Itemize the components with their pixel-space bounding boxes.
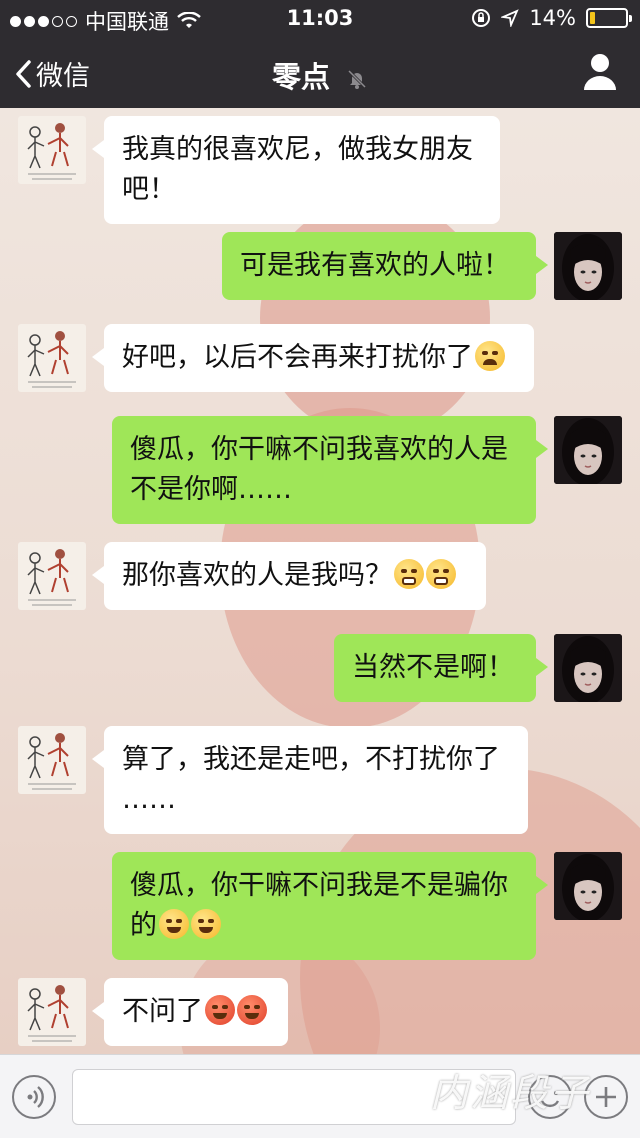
sketch-figures-icon: [27, 123, 76, 180]
angry-face-emoji: [205, 995, 235, 1025]
chat-messages[interactable]: 我真的很喜欢尼，做我女朋友 吧！ 可是我有喜欢的人啦！ 好吧，以后不会再来打扰你了傻瓜…: [0, 108, 640, 1054]
sketch-figures-icon: [27, 549, 76, 606]
profile-photo: [554, 634, 622, 702]
contact-avatar[interactable]: [18, 116, 86, 184]
location-arrow-icon: [501, 9, 520, 27]
sketch-figures-icon: [27, 331, 76, 388]
plus-icon: [596, 1087, 616, 1107]
person-icon: [584, 54, 616, 90]
voice-icon: [27, 1086, 44, 1108]
message-bubble[interactable]: 不问了: [92, 978, 288, 1046]
chat-title: 零点: [0, 54, 640, 96]
contact-avatar[interactable]: [18, 726, 86, 794]
message-text-line: 傻瓜，你干嘛不问我是不是骗你: [130, 870, 508, 901]
contact-avatar[interactable]: [18, 978, 86, 1046]
my-avatar[interactable]: [554, 852, 622, 920]
message-text-line: 当然不是啊！: [352, 652, 514, 683]
message-text-line: 那你喜欢的人是我吗？: [122, 556, 468, 596]
chat-info-button[interactable]: [582, 52, 618, 92]
my-avatar[interactable]: [554, 232, 622, 300]
triumph-face-emoji: [159, 909, 189, 939]
contact-name: 零点: [271, 60, 330, 94]
profile-photo: [554, 852, 622, 920]
profile-photo: [554, 232, 622, 300]
message-text-line: 傻瓜，你干嘛不问我喜欢的人是: [130, 434, 508, 465]
message-bubble[interactable]: 傻瓜，你干嘛不问我喜欢的人是 不是你啊……: [112, 416, 548, 524]
my-avatar[interactable]: [554, 634, 622, 702]
chat-header: 微信 零点: [0, 36, 640, 108]
message-text-line: 的: [130, 906, 518, 946]
my-avatar[interactable]: [554, 416, 622, 484]
message-text-line: 好吧，以后不会再来打扰你了: [122, 338, 516, 378]
message-bubble[interactable]: 我真的很喜欢尼，做我女朋友 吧！: [92, 116, 500, 224]
sketch-figures-icon: [27, 733, 76, 790]
grimacing-face-emoji: [394, 559, 424, 589]
message-bubble[interactable]: 傻瓜，你干嘛不问我是不是骗你的: [112, 852, 548, 960]
message-text-line: 我真的很喜欢尼，做我女朋友: [122, 134, 473, 165]
watermark: 内涵段子: [430, 1071, 591, 1115]
message-bubble[interactable]: 算了，我还是走吧，不打扰你了 ……: [92, 726, 528, 834]
message-text-line: 不问了: [122, 992, 270, 1032]
message-text-line: ……: [122, 784, 176, 815]
contact-avatar[interactable]: [18, 542, 86, 610]
profile-photo: [554, 416, 622, 484]
sketch-figures-icon: [27, 985, 76, 1042]
message-text-line: 吧！: [122, 174, 176, 205]
angry-face-emoji: [237, 995, 267, 1025]
tired-face-emoji: [475, 341, 505, 371]
message-text-line: 不是你啊……: [130, 474, 292, 505]
message-bubble[interactable]: 可是我有喜欢的人啦！: [222, 232, 548, 300]
battery-icon: [586, 8, 632, 28]
message-bubble[interactable]: 当然不是啊！: [334, 634, 548, 702]
grimacing-face-emoji: [426, 559, 456, 589]
contact-avatar[interactable]: [18, 324, 86, 392]
mute-bell-icon: [348, 69, 367, 89]
message-text-line: 可是我有喜欢的人啦！: [240, 250, 510, 281]
message-bubble[interactable]: 那你喜欢的人是我吗？: [92, 542, 486, 610]
triumph-face-emoji: [191, 909, 221, 939]
more-button[interactable]: [584, 1075, 628, 1119]
status-bar: 中国联通 11:03 14%: [0, 0, 640, 36]
message-bubble[interactable]: 好吧，以后不会再来打扰你了: [92, 324, 534, 392]
voice-input-button[interactable]: [12, 1075, 56, 1119]
battery-percent: 14%: [529, 6, 576, 30]
message-text-line: 算了，我还是走吧，不打扰你了: [122, 744, 500, 775]
rotation-lock-icon: [472, 9, 491, 27]
